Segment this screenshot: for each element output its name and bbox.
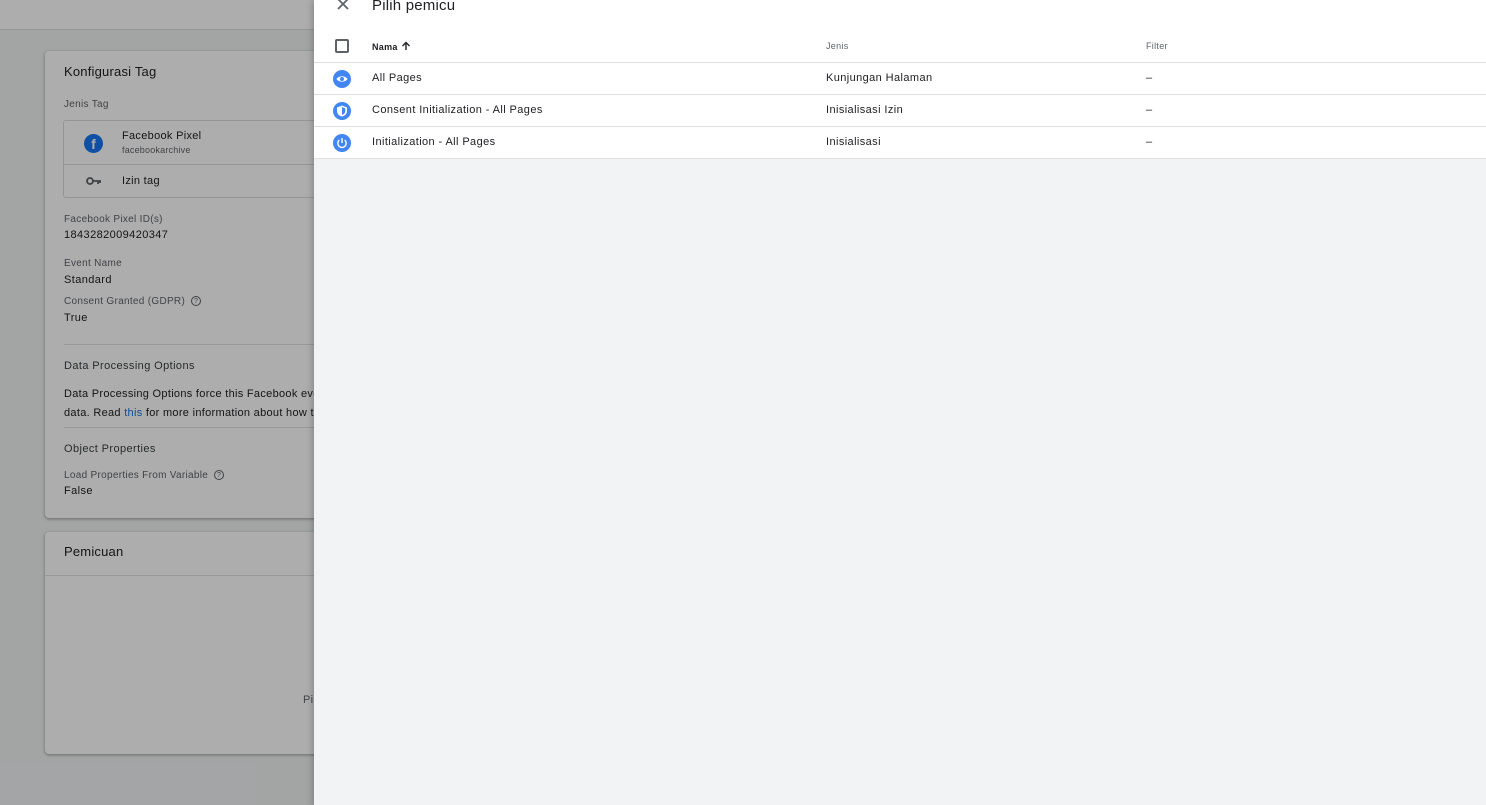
shield-icon — [333, 102, 351, 120]
close-icon[interactable] — [334, 0, 352, 13]
column-header-filter[interactable]: Filter — [1146, 41, 1168, 51]
column-header-type[interactable]: Jenis — [826, 41, 849, 51]
table-header: Nama Jenis Filter — [314, 30, 1486, 63]
panel-title: Pilih pemicu — [372, 0, 456, 14]
eye-icon — [333, 70, 351, 88]
trigger-type: Kunjungan Halaman — [826, 72, 933, 84]
column-name-label: Nama — [372, 42, 398, 52]
arrow-up-icon — [401, 41, 410, 50]
choose-trigger-panel: Pilih pemicu Nama Jenis Filter All Pages… — [314, 0, 1486, 805]
trigger-type: Inisialisasi — [826, 136, 881, 148]
trigger-filter: – — [1146, 72, 1153, 84]
select-all-checkbox[interactable] — [335, 39, 349, 53]
trigger-name: All Pages — [372, 72, 423, 84]
panel-header: Pilih pemicu — [314, 0, 1486, 30]
table-row[interactable]: Initialization - All Pages Inisialisasi … — [314, 127, 1486, 159]
column-header-name[interactable]: Nama — [372, 41, 411, 52]
power-icon — [333, 134, 351, 152]
trigger-name: Initialization - All Pages — [372, 136, 496, 148]
table-row[interactable]: Consent Initialization - All Pages Inisi… — [314, 95, 1486, 127]
trigger-table: Nama Jenis Filter All Pages Kunjungan Ha… — [314, 30, 1486, 159]
trigger-filter: – — [1146, 104, 1153, 116]
trigger-filter: – — [1146, 136, 1153, 148]
table-row[interactable]: All Pages Kunjungan Halaman – — [314, 63, 1486, 95]
trigger-name: Consent Initialization - All Pages — [372, 104, 543, 116]
modal-scrim[interactable] — [0, 0, 314, 805]
trigger-type: Inisialisasi Izin — [826, 104, 904, 116]
